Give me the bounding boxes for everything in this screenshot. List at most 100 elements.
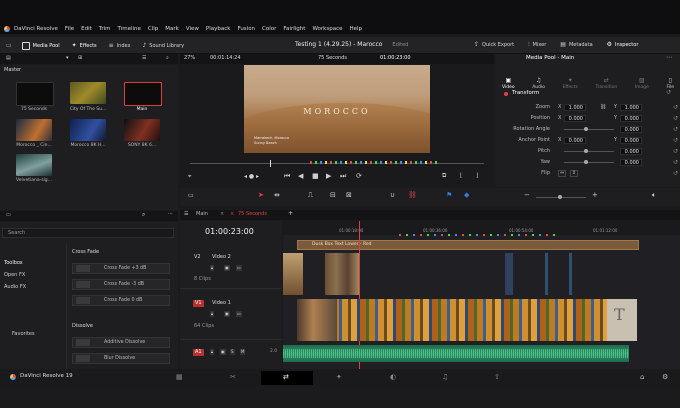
yaw-field[interactable]: 0.000 <box>620 158 642 166</box>
panel-icon[interactable]: ▭ <box>6 213 11 218</box>
timeline-ruler[interactable]: 01:00:18:00 01:00:36:00 01:00:54:00 01:0… <box>283 221 680 236</box>
volume-icon[interactable]: 🔈︎ <box>652 192 656 199</box>
home-icon[interactable]: ⌂ <box>640 374 644 381</box>
menu-workspace[interactable]: Workspace <box>312 26 342 32</box>
menu-view[interactable]: View <box>186 26 199 32</box>
inspector-button[interactable]: ⚙ Inspector <box>607 42 639 49</box>
anchor-x-field[interactable]: 0.000 <box>564 136 586 144</box>
tab-audio[interactable]: ♫ Audio <box>532 67 545 91</box>
sort-icon[interactable]: ▤ <box>6 56 11 61</box>
v2-clip[interactable] <box>569 253 572 295</box>
effects-search-input[interactable]: Search <box>2 228 174 238</box>
insert-icon[interactable]: ⊟ <box>330 192 336 199</box>
app-menu[interactable]: DaVinci Resolve <box>14 26 58 32</box>
lock-icon[interactable]: 🔒︎ <box>210 349 215 355</box>
v1-clips[interactable] <box>297 299 637 341</box>
dropdown-icon[interactable]: ▾ <box>66 56 69 61</box>
position-x-field[interactable]: 0.000 <box>564 114 586 122</box>
v2-clip[interactable] <box>505 253 513 295</box>
solo-icon[interactable]: S <box>230 349 235 355</box>
a1-audio-clip[interactable] <box>283 345 629 362</box>
stop-icon[interactable]: ■ <box>312 173 319 180</box>
selection-tool-icon[interactable]: ➤ <box>258 192 264 199</box>
linked-selection-icon[interactable]: ⛓ <box>408 192 417 199</box>
zoom-y-field[interactable]: 1.000 <box>620 103 642 111</box>
trim-tool-icon[interactable]: ⇹ <box>274 192 280 199</box>
category-audio-fx[interactable]: Audio FX <box>4 273 26 292</box>
viewer-zoom[interactable]: 27% <box>184 56 195 61</box>
menu-edit[interactable]: Edit <box>81 26 92 32</box>
track-enable-icon[interactable]: ▣ <box>220 349 226 355</box>
index-button[interactable]: ≡ Index <box>109 43 131 50</box>
jog-icon[interactable]: ◂ ● ▸ <box>244 174 259 180</box>
media-pool-button[interactable]: Media Pool <box>21 42 60 50</box>
viewer-scrubber[interactable] <box>180 158 494 168</box>
zoom-x-field[interactable]: 1.000 <box>564 103 586 111</box>
yaw-slider[interactable] <box>564 160 614 164</box>
track-enable-icon[interactable]: ▣ <box>224 311 230 317</box>
timeline-zoom-slider[interactable] <box>536 195 586 199</box>
list-view-icon[interactable]: ☰ <box>142 56 146 61</box>
search-icon[interactable]: ⌕ <box>166 56 169 61</box>
track-visibility-icon[interactable]: ▭ <box>236 265 242 271</box>
menu-file[interactable]: File <box>65 26 74 32</box>
sound-library-button[interactable]: ♪ Sound Library <box>142 43 184 50</box>
metadata-button[interactable]: ▤ Metadata <box>560 42 592 49</box>
timeline-tracks[interactable]: 01:00:18:00 01:00:36:00 01:00:54:00 01:0… <box>283 221 680 369</box>
color-page-icon[interactable]: ◐ <box>390 374 396 381</box>
v1-title-clip[interactable]: T <box>607 299 637 341</box>
mark-in-icon[interactable]: ⌊ <box>460 173 462 179</box>
panel-toggle-icon[interactable]: ▭ <box>6 43 12 49</box>
lock-icon[interactable]: 🔒︎ <box>210 265 215 271</box>
flag-icon[interactable]: ⚑ <box>446 192 452 199</box>
bin-label[interactable]: Master <box>4 68 21 73</box>
flip-horizontal-icon[interactable]: ⇔ <box>558 169 567 177</box>
reset-icon[interactable]: ↺ <box>673 126 678 133</box>
pitch-slider[interactable] <box>564 149 614 153</box>
menu-timeline[interactable]: Timeline <box>118 26 141 32</box>
more-options-icon[interactable]: ⋯ <box>666 55 672 61</box>
effect-item[interactable]: Cross Fade +3 dB <box>72 263 170 274</box>
reverse-icon[interactable]: ◀ <box>298 173 303 180</box>
favorites-section[interactable]: Favorites <box>12 320 35 339</box>
mute-icon[interactable]: M <box>240 349 246 355</box>
snapping-icon[interactable]: ∪ <box>390 192 395 199</box>
track-label-v2[interactable]: V2 <box>194 255 201 260</box>
title-clip[interactable]: Dusk Box Text Lower - Red <box>297 240 639 250</box>
reset-icon[interactable]: ↺ <box>673 137 678 144</box>
tab-effects[interactable]: ✦ Effects <box>563 67 578 91</box>
media-page-icon[interactable]: ▦ <box>176 374 183 381</box>
clip-thumbnail[interactable] <box>16 154 52 176</box>
clip-thumbnail[interactable] <box>124 82 162 106</box>
track-name-v1[interactable]: Video 1 <box>212 301 231 306</box>
clip-thumbnail[interactable] <box>70 119 106 141</box>
anchor-y-field[interactable]: 0.000 <box>620 136 642 144</box>
fairlight-page-icon[interactable]: ♫ <box>442 374 448 381</box>
match-frame-icon[interactable]: ⧉ <box>442 173 446 179</box>
effects-button[interactable]: ✦ Effects <box>72 43 97 50</box>
more-options-icon[interactable]: ⋯ <box>168 212 173 217</box>
deliver-page-icon[interactable]: ⇧ <box>494 374 500 381</box>
mark-out-icon[interactable]: ⌋ <box>476 173 478 179</box>
search-icon[interactable]: ⌕ <box>142 212 145 218</box>
menu-mark[interactable]: Mark <box>165 26 179 32</box>
cut-page-icon[interactable]: ✂ <box>230 374 236 381</box>
track-name-v2[interactable]: Video 2 <box>212 255 231 260</box>
track-label-v1[interactable]: V1 <box>193 300 204 307</box>
rotation-slider[interactable] <box>564 127 614 131</box>
mixer-button[interactable]: ⫶ Mixer <box>528 42 546 49</box>
transform-section[interactable]: Transform <box>504 90 539 97</box>
menu-color[interactable]: Color <box>262 26 276 32</box>
edit-page-tab[interactable]: ⇄ <box>261 371 313 385</box>
play-icon[interactable]: ▶ <box>326 173 331 180</box>
timeline-selector[interactable]: 75 Seconds <box>318 56 347 61</box>
reset-icon[interactable]: ↺ <box>673 148 678 155</box>
scrub-playhead[interactable] <box>270 160 271 167</box>
clip-thumbnail[interactable] <box>124 119 160 141</box>
menu-fusion[interactable]: Fusion <box>237 26 255 32</box>
track-visibility-icon[interactable]: ▭ <box>236 311 242 317</box>
effect-item[interactable]: Cross Fade -3 dB <box>72 279 170 290</box>
settings-icon[interactable]: ⚙ <box>662 374 668 381</box>
reset-icon[interactable]: ↺ <box>673 170 678 177</box>
quick-export-button[interactable]: ⇪ Quick Export <box>474 42 514 49</box>
